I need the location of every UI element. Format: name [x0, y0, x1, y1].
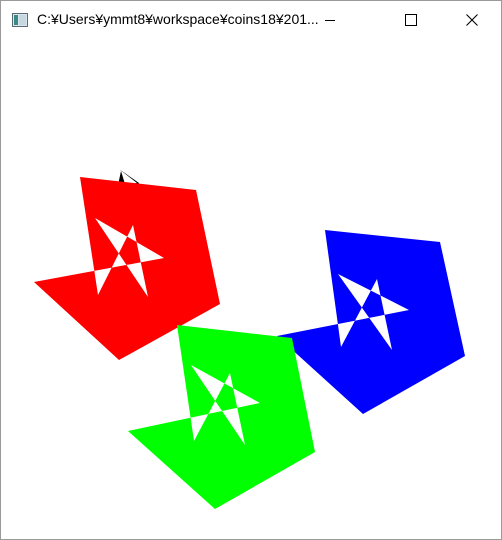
minimize-button[interactable] [307, 1, 353, 39]
green-star [128, 325, 315, 509]
console-app-icon [12, 13, 28, 27]
close-icon [466, 14, 478, 26]
close-button[interactable] [449, 1, 495, 39]
app-window: C:¥Users¥ymmt8¥workspace¥coins18¥201... [0, 0, 502, 540]
star-shape [128, 325, 315, 509]
maximize-button[interactable] [388, 1, 434, 39]
drawing-canvas [34, 169, 465, 509]
blue-star [277, 230, 465, 414]
star-shape [277, 230, 465, 414]
window-title: C:¥Users¥ymmt8¥workspace¥coins18¥201... [37, 11, 319, 27]
minimize-icon [325, 20, 335, 21]
maximize-icon [405, 14, 417, 26]
title-bar[interactable]: C:¥Users¥ymmt8¥workspace¥coins18¥201... [1, 1, 501, 39]
